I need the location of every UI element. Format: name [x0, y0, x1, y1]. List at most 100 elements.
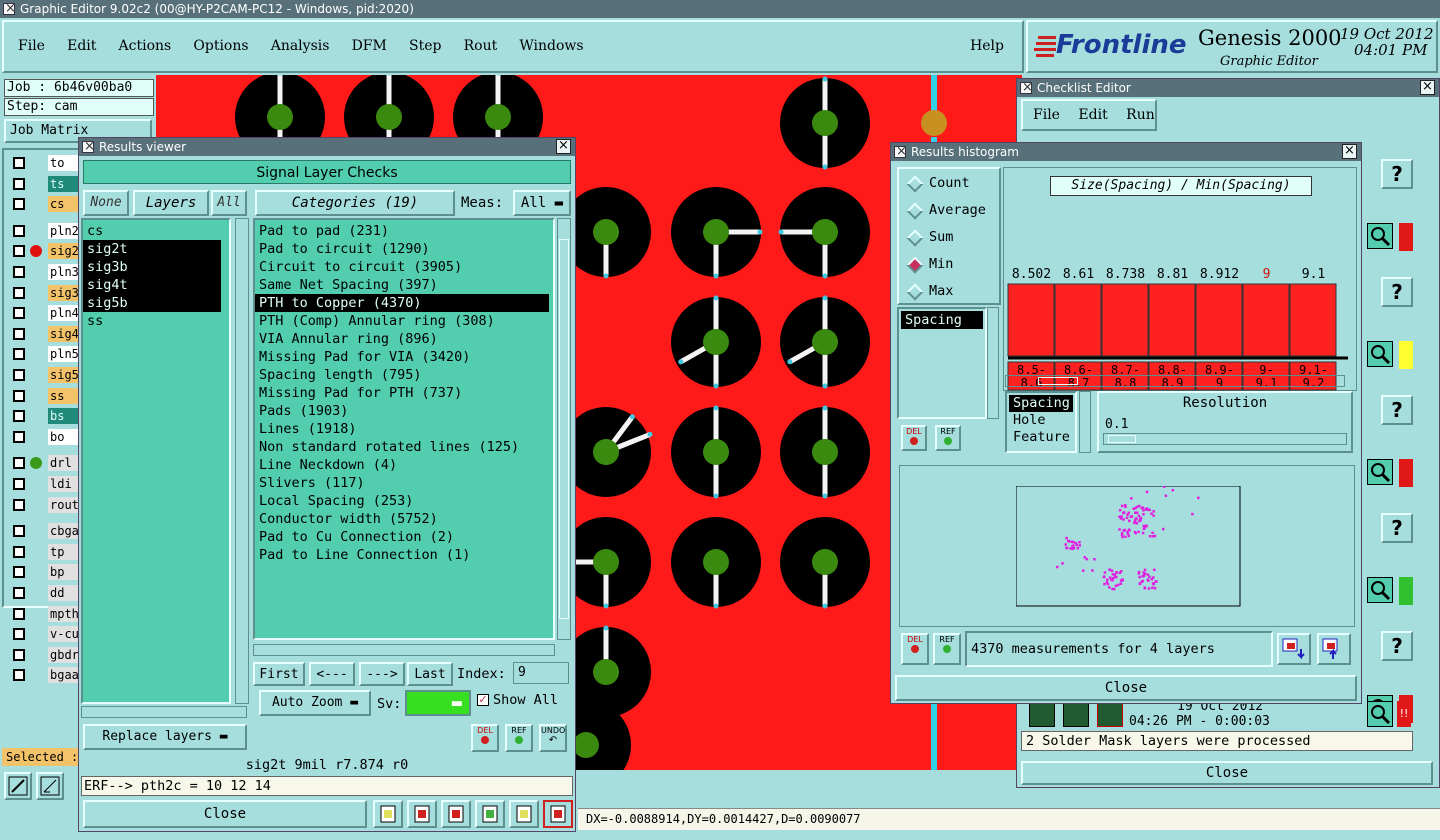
layer-row-dd[interactable]: dd — [10, 584, 84, 602]
checklist-menu-run[interactable]: Run — [1126, 107, 1155, 123]
replace-layers-dropdown[interactable]: Replace layers ▬ — [83, 724, 247, 750]
categories-hscroll[interactable] — [253, 644, 555, 656]
category-item[interactable]: Line Neckdown (4) — [255, 456, 549, 474]
layer-row-bs[interactable]: bs — [10, 407, 84, 425]
layer-checkbox[interactable] — [13, 498, 25, 511]
cancel-grid-button[interactable] — [441, 800, 471, 828]
layer-checkbox[interactable] — [13, 327, 25, 340]
layer-checkbox[interactable] — [13, 245, 25, 258]
layer-row-to[interactable]: to — [10, 154, 84, 172]
category-item[interactable]: PTH (Comp) Annular ring (308) — [255, 312, 549, 330]
layer-checkbox[interactable] — [13, 648, 25, 661]
category-item[interactable]: Missing Pad for VIA (3420) — [255, 348, 549, 366]
category-item[interactable]: Lines (1918) — [255, 420, 549, 438]
histogram-chart[interactable]: Size(Spacing) / Min(Spacing) 8.502 8.5- 8.… — [1003, 167, 1357, 391]
checklist-menu-edit[interactable]: Edit — [1078, 107, 1107, 123]
layer-checkbox[interactable] — [13, 266, 25, 278]
layer-row-sig4t[interactable]: sig4t — [10, 325, 84, 343]
type-list[interactable]: Spacing Hole Feature — [1005, 391, 1077, 453]
layer-checkbox[interactable] — [13, 307, 25, 320]
layer-row-gbdrl[interactable]: gbdrl — [10, 646, 84, 664]
none-button[interactable]: None — [83, 190, 129, 216]
results-viewer-close-icon[interactable]: × — [556, 139, 571, 154]
layer-checkbox[interactable] — [13, 669, 25, 682]
index-input[interactable]: 9 — [513, 662, 569, 684]
layer-row-pln5b[interactable]: pln5b — [10, 345, 84, 363]
result-layer-item[interactable]: sig5b — [83, 294, 221, 312]
checklist-close-button[interactable]: Close — [1021, 761, 1433, 785]
menu-step[interactable]: Step — [409, 38, 441, 54]
checklist-info-button[interactable]: ? — [1381, 277, 1413, 307]
type-item-hole[interactable]: Hole — [1009, 412, 1073, 429]
zoom-fit-button[interactable] — [4, 772, 32, 800]
layer-row-ss[interactable]: ss — [10, 387, 84, 405]
category-item[interactable]: Slivers (117) — [255, 474, 549, 492]
mode-radio-min[interactable] — [906, 256, 924, 274]
run-status-icon-1[interactable] — [1029, 701, 1055, 727]
sv-color-dropdown[interactable]: ▬ — [405, 690, 471, 716]
layer-checkbox[interactable] — [13, 457, 25, 470]
export-up-button[interactable] — [1317, 633, 1351, 665]
type-list-scrollbar[interactable] — [1079, 391, 1091, 453]
layer-list-scrollbar[interactable] — [235, 218, 249, 704]
layer-row-bo[interactable]: bo — [10, 428, 84, 446]
layer-row-ts[interactable]: ts — [10, 175, 84, 193]
auto-zoom-dropdown[interactable]: Auto Zoom ▬ — [259, 690, 371, 716]
layer-row-drl[interactable]: drl — [10, 454, 84, 472]
layer-row-mpth[interactable]: mpth — [10, 605, 84, 623]
layer-row-sig3b[interactable]: sig3b — [10, 284, 84, 302]
run-status-icon-3[interactable] — [1097, 701, 1123, 727]
layer-checkbox[interactable] — [13, 545, 25, 558]
measure-button[interactable] — [36, 772, 64, 800]
category-item[interactable]: Pad to circuit (1290) — [255, 240, 549, 258]
category-item[interactable]: PTH to Copper (4370) — [255, 294, 549, 312]
meas-dropdown[interactable]: All ▬ — [513, 190, 571, 216]
layer-checkbox[interactable] — [13, 607, 25, 620]
layer-checkbox[interactable] — [13, 410, 25, 423]
categories-list[interactable]: Pad to pad (231) Pad to circuit (1290) Cir… — [253, 218, 555, 640]
hist-left-del-button[interactable]: DEL — [901, 425, 927, 451]
first-button[interactable]: First — [253, 662, 305, 686]
category-item[interactable]: Pad to pad (231) — [255, 222, 549, 240]
layer-checkbox[interactable] — [13, 198, 25, 211]
category-item[interactable]: Pad to Cu Connection (2) — [255, 528, 549, 546]
type-item-spacing[interactable]: Spacing — [1009, 395, 1073, 412]
hist-bottom-ref-button[interactable]: REF — [933, 633, 961, 665]
layer-checkbox[interactable] — [13, 587, 25, 599]
layer-checkbox[interactable] — [13, 389, 25, 402]
resolution-slider[interactable] — [1103, 433, 1347, 445]
layer-row-cbga[interactable]: cbga — [10, 522, 84, 540]
menu-windows[interactable]: Windows — [519, 38, 583, 54]
checklist-zoom-button[interactable] — [1367, 459, 1393, 485]
export-down-button[interactable] — [1277, 633, 1311, 665]
layer-checkbox[interactable] — [13, 369, 25, 381]
layer-row-bp[interactable]: bp — [10, 563, 84, 581]
results-viewer-close-button[interactable]: Close — [83, 800, 367, 828]
histogram-close-icon[interactable]: × — [1342, 144, 1357, 159]
all-layers-button[interactable]: All — [211, 190, 247, 216]
result-layer-item[interactable]: sig3b — [83, 258, 221, 276]
result-layer-item[interactable]: sig2t — [83, 240, 221, 258]
category-item[interactable]: Local Spacing (253) — [255, 492, 549, 510]
layer-row-tp[interactable]: tp — [10, 543, 84, 561]
mode-radio-max[interactable] — [906, 283, 924, 301]
type-item-feature[interactable]: Feature — [1009, 429, 1073, 446]
chart-hscroll[interactable] — [1005, 375, 1345, 387]
layer-checkbox[interactable] — [13, 430, 25, 443]
rv-undo-button[interactable]: UNDO ↶ — [539, 724, 567, 752]
mode-radio-sum[interactable] — [906, 229, 924, 247]
layer-checkbox[interactable] — [13, 286, 25, 299]
layer-checkbox[interactable] — [13, 157, 25, 169]
layer-row-pln2t[interactable]: pln2t — [10, 222, 84, 240]
layer-checkbox[interactable] — [13, 566, 25, 579]
resolution-slider-thumb[interactable] — [1108, 435, 1136, 443]
layer-row-pln4t[interactable]: pln4t — [10, 304, 84, 322]
rv-del-button[interactable]: DEL — [471, 724, 499, 752]
next-button[interactable]: ---> — [359, 662, 405, 686]
layer-row-rout[interactable]: rout — [10, 496, 84, 514]
layer-row-sig2t[interactable]: sig2t — [10, 242, 84, 260]
menu-analysis[interactable]: Analysis — [271, 38, 330, 54]
prev-button[interactable]: <--- — [309, 662, 355, 686]
menu-file[interactable]: File — [18, 38, 45, 54]
checklist-info-button[interactable]: ? — [1381, 513, 1413, 543]
